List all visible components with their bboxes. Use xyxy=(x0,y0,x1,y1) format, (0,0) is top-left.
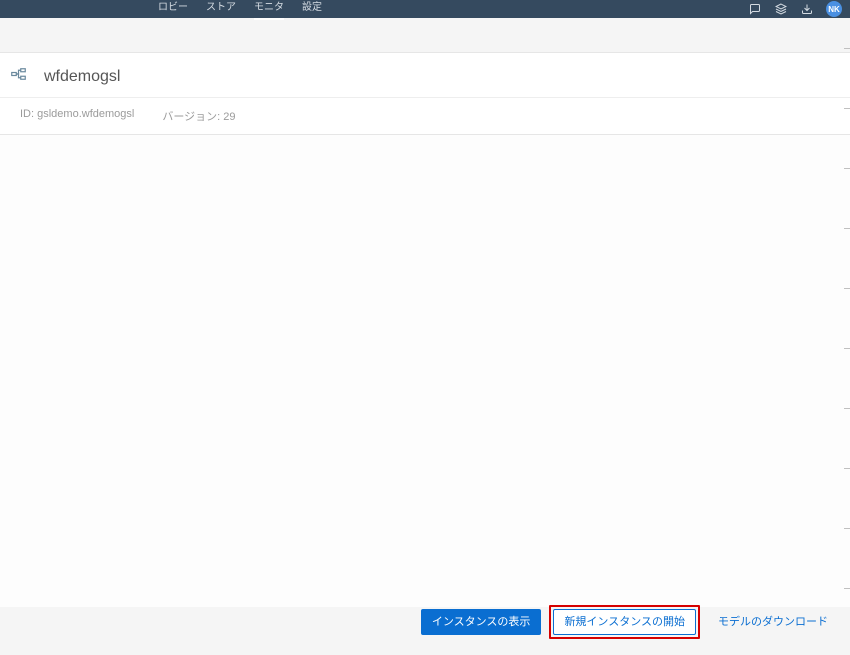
stack-icon[interactable] xyxy=(774,2,788,16)
start-instance-highlight: 新規インスタンスの開始 xyxy=(549,605,700,639)
workflow-id-label: ID: gsldemo.wfdemogsl xyxy=(20,108,134,124)
avatar[interactable]: NK xyxy=(826,1,842,17)
nav-right: NK xyxy=(748,1,842,17)
start-new-instance-button[interactable]: 新規インスタンスの開始 xyxy=(553,609,696,635)
nav-tab-monitor[interactable]: モニタ xyxy=(254,1,284,17)
top-nav: ロビー ストア モニタ 設定 NK xyxy=(0,0,850,18)
nav-tabs: ロビー ストア モニタ 設定 xyxy=(8,1,322,17)
download-model-button[interactable]: モデルのダウンロード xyxy=(708,610,838,634)
page-title: wfdemogsl xyxy=(44,68,120,86)
download-icon[interactable] xyxy=(800,2,814,16)
workflow-icon xyxy=(10,67,30,87)
page-header: wfdemogsl xyxy=(0,52,850,97)
show-instances-button[interactable]: インスタンスの表示 xyxy=(421,609,542,635)
nav-tab-store[interactable]: ストア xyxy=(206,1,236,17)
meta-bar: ID: gsldemo.wfdemogsl バージョン: 29 xyxy=(0,97,850,135)
nav-tab-lobby[interactable]: ロビー xyxy=(158,1,188,17)
notification-icon[interactable] xyxy=(748,2,762,16)
footer-actions: インスタンスの表示 新規インスタンスの開始 モデルのダウンロード xyxy=(0,605,850,645)
workflow-version-label: バージョン: 29 xyxy=(162,108,235,124)
nav-tab-settings[interactable]: 設定 xyxy=(302,1,322,17)
content-area xyxy=(0,135,850,607)
